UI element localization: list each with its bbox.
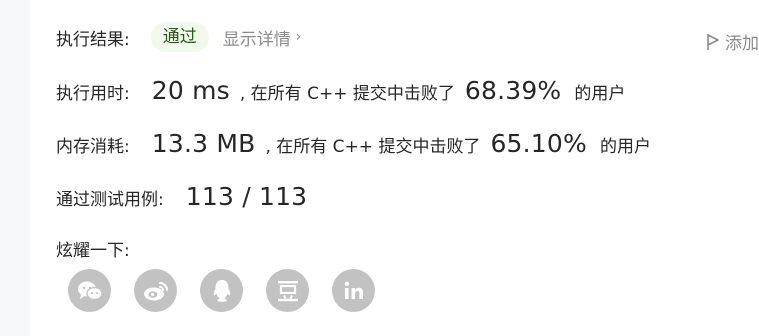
runtime-text: , 在所有 C++ 提交中击败了	[239, 84, 455, 104]
add-note-button[interactable]: 添加	[706, 29, 759, 54]
share-douban-button[interactable]	[266, 269, 309, 312]
status-badge: 通过	[150, 22, 209, 52]
qq-icon	[211, 279, 233, 303]
add-note-label: 添加	[725, 34, 759, 54]
douban-icon	[276, 279, 300, 303]
flag-icon	[706, 33, 720, 51]
memory-text: , 在所有 C++ 提交中击败了	[265, 137, 481, 157]
linkedin-icon	[343, 281, 365, 301]
share-label: 炫耀一下:	[56, 241, 130, 261]
runtime-label: 执行用时:	[56, 84, 130, 104]
result-row: 执行结果: 通过 显示详情 ›	[56, 22, 301, 52]
share-linkedin-button[interactable]	[332, 269, 375, 312]
share-weibo-button[interactable]	[134, 269, 177, 312]
chevron-right-icon: ›	[295, 29, 302, 45]
runtime-value: 20 ms	[151, 76, 230, 105]
share-qq-button[interactable]	[200, 269, 243, 312]
testcases-label: 通过测试用例:	[56, 190, 164, 210]
weibo-icon	[143, 280, 169, 302]
runtime-percent: 68.39%	[464, 76, 562, 105]
memory-value: 13.3 MB	[151, 129, 256, 158]
share-buttons	[68, 269, 375, 312]
wechat-icon	[77, 280, 103, 302]
memory-suffix: 的用户	[599, 137, 651, 157]
result-label: 执行结果:	[56, 29, 130, 50]
show-details-link[interactable]: 显示详情 ›	[223, 25, 302, 50]
memory-percent: 65.10%	[490, 129, 587, 158]
show-details-label: 显示详情	[222, 29, 291, 50]
runtime-suffix: 的用户	[574, 84, 626, 104]
share-wechat-button[interactable]	[68, 269, 111, 312]
memory-label: 内存消耗:	[56, 137, 130, 157]
runtime-row: 执行用时: 20 ms , 在所有 C++ 提交中击败了 68.39% 的用户	[56, 76, 625, 105]
left-border	[0, 0, 30, 336]
testcases-value: 113 / 113	[185, 182, 308, 211]
testcases-row: 通过测试用例: 113 / 113	[56, 182, 307, 211]
share-row: 炫耀一下:	[56, 236, 130, 261]
memory-row: 内存消耗: 13.3 MB , 在所有 C++ 提交中击败了 65.10% 的用…	[56, 129, 651, 158]
